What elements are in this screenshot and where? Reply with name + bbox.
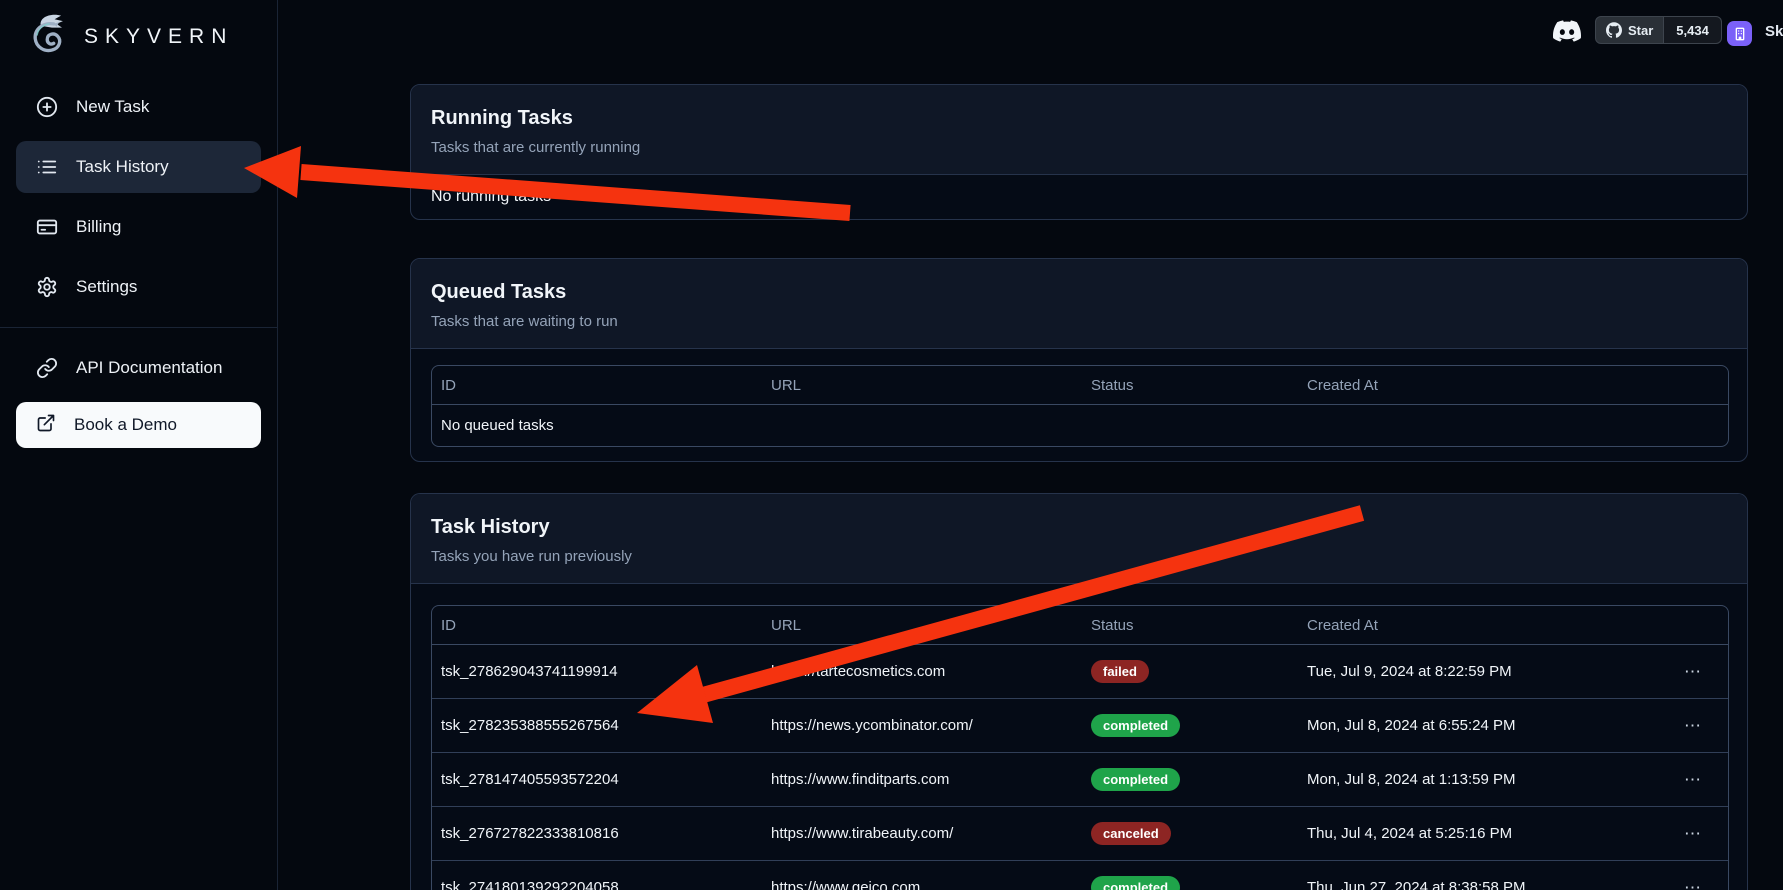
column-header-id: ID — [432, 617, 762, 634]
sidebar-item-label: Settings — [76, 277, 137, 297]
task-status-cell: canceled — [1082, 822, 1298, 845]
status-badge: completed — [1091, 714, 1180, 737]
sidebar-item-new-task[interactable]: New Task — [16, 81, 261, 133]
sidebar-item-label: New Task — [76, 97, 149, 117]
history-table-body: tsk_278629043741199914 https://tartecosm… — [432, 645, 1728, 890]
column-header-status: Status — [1082, 377, 1298, 394]
task-created-at-cell: Tue, Jul 9, 2024 at 8:22:59 PM — [1298, 663, 1658, 680]
sidebar-item-label: API Documentation — [76, 358, 222, 378]
task-history-row[interactable]: tsk_276727822333810816 https://www.tirab… — [432, 807, 1728, 861]
sidebar-nav: New Task Task History Billing Settings — [0, 81, 277, 448]
card-subtitle: Tasks you have run previously — [431, 547, 1727, 567]
cta-label: Book a Demo — [74, 415, 177, 435]
card-title: Task History — [431, 514, 1727, 540]
card-subtitle: Tasks that are waiting to run — [431, 312, 1727, 332]
skyvern-dragon-icon — [26, 11, 74, 64]
task-url-cell: https://news.ycombinator.com/ — [762, 717, 1082, 734]
queued-table-header-row: ID URL Status Created At — [432, 366, 1728, 405]
queued-tasks-table: ID URL Status Created At No queued tasks — [431, 365, 1729, 447]
queued-tasks-card: Queued Tasks Tasks that are waiting to r… — [410, 258, 1748, 462]
card-title: Running Tasks — [431, 105, 1727, 131]
task-id-cell: tsk_274180139292204058 — [432, 879, 762, 890]
github-icon — [1606, 22, 1622, 38]
task-history-table: ID URL Status Created At tsk_27862904374… — [431, 605, 1729, 890]
github-star-widget[interactable]: Star 5,434 — [1595, 16, 1722, 44]
queued-tasks-empty-state: No queued tasks — [432, 405, 1728, 446]
task-created-at-cell: Mon, Jul 8, 2024 at 6:55:24 PM — [1298, 717, 1658, 734]
brand-logo[interactable]: SKYVERN — [0, 0, 277, 68]
task-history-header: Task History Tasks you have run previous… — [411, 494, 1747, 584]
running-tasks-header: Running Tasks Tasks that are currently r… — [411, 85, 1747, 175]
card-title: Queued Tasks — [431, 279, 1727, 305]
task-id-cell: tsk_276727822333810816 — [432, 825, 762, 842]
sidebar-item-label: Task History — [76, 157, 169, 177]
sidebar-item-label: Billing — [76, 217, 121, 237]
task-url-cell: https://www.geico.com — [762, 879, 1082, 890]
status-badge: failed — [1091, 660, 1149, 683]
task-id-cell: tsk_278147405593572204 — [432, 771, 762, 788]
github-star-label: Star — [1628, 23, 1653, 38]
task-history-row[interactable]: tsk_278629043741199914 https://tartecosm… — [432, 645, 1728, 699]
gear-icon — [36, 276, 58, 298]
column-header-created-at: Created At — [1298, 617, 1658, 634]
sidebar-item-settings[interactable]: Settings — [16, 261, 261, 313]
link-icon — [36, 357, 58, 379]
column-header-id: ID — [432, 377, 762, 394]
external-link-icon — [36, 413, 56, 438]
task-history-row[interactable]: tsk_274180139292204058 https://www.geico… — [432, 861, 1728, 890]
task-history-row[interactable]: tsk_278235388555267564 https://news.ycom… — [432, 699, 1728, 753]
skyvern-app: { "brand": { "name": "SKYVERN" }, "sideb… — [0, 0, 1783, 890]
organization-icon — [1732, 26, 1748, 42]
task-id-cell: tsk_278235388555267564 — [432, 717, 762, 734]
card-subtitle: Tasks that are currently running — [431, 138, 1727, 158]
sidebar: SKYVERN New Task Task History Billing — [0, 0, 278, 890]
list-icon — [36, 156, 58, 178]
task-created-at-cell: Thu, Jul 4, 2024 at 5:25:16 PM — [1298, 825, 1658, 842]
column-header-url: URL — [762, 377, 1082, 394]
task-created-at-cell: Thu, Jun 27, 2024 at 8:38:58 PM — [1298, 879, 1658, 890]
task-status-cell: completed — [1082, 876, 1298, 890]
github-star-count[interactable]: 5,434 — [1664, 16, 1722, 44]
task-history-row[interactable]: tsk_278147405593572204 https://www.findi… — [432, 753, 1728, 807]
task-status-cell: completed — [1082, 714, 1298, 737]
github-star-button[interactable]: Star — [1595, 16, 1664, 44]
running-tasks-card: Running Tasks Tasks that are currently r… — [410, 84, 1748, 220]
row-actions-ellipsis-icon[interactable]: ⋯ — [1658, 663, 1728, 680]
row-actions-ellipsis-icon[interactable]: ⋯ — [1658, 771, 1728, 788]
discord-icon[interactable] — [1553, 17, 1581, 45]
column-header-created-at: Created At — [1298, 377, 1658, 394]
row-actions-ellipsis-icon[interactable]: ⋯ — [1658, 717, 1728, 734]
row-actions-ellipsis-icon[interactable]: ⋯ — [1658, 879, 1728, 890]
credit-card-icon — [36, 216, 58, 238]
book-a-demo-button[interactable]: Book a Demo — [16, 402, 261, 448]
task-created-at-cell: Mon, Jul 8, 2024 at 1:13:59 PM — [1298, 771, 1658, 788]
topbar: Star 5,434 Sk — [278, 0, 1783, 62]
brand-name: SKYVERN — [84, 25, 233, 49]
column-header-url: URL — [762, 617, 1082, 634]
sidebar-item-billing[interactable]: Billing — [16, 201, 261, 253]
task-id-cell: tsk_278629043741199914 — [432, 663, 762, 680]
column-header-status: Status — [1082, 617, 1298, 634]
row-actions-ellipsis-icon[interactable]: ⋯ — [1658, 825, 1728, 842]
user-avatar[interactable] — [1727, 21, 1752, 46]
task-history-card: Task History Tasks you have run previous… — [410, 493, 1748, 890]
status-badge: canceled — [1091, 822, 1171, 845]
sidebar-item-api-documentation[interactable]: API Documentation — [16, 342, 261, 394]
task-status-cell: completed — [1082, 768, 1298, 791]
sidebar-item-task-history[interactable]: Task History — [16, 141, 261, 193]
user-name-label: Sk — [1765, 23, 1783, 40]
plus-circle-icon — [36, 96, 58, 118]
task-url-cell: https://www.tirabeauty.com/ — [762, 825, 1082, 842]
history-table-header-row: ID URL Status Created At — [432, 606, 1728, 645]
queued-tasks-header: Queued Tasks Tasks that are waiting to r… — [411, 259, 1747, 349]
running-tasks-empty-state: No running tasks — [411, 175, 1747, 219]
task-url-cell: https://www.finditparts.com — [762, 771, 1082, 788]
status-badge: completed — [1091, 768, 1180, 791]
status-badge: completed — [1091, 876, 1180, 890]
sidebar-divider — [0, 327, 277, 328]
task-url-cell: https://tartecosmetics.com — [762, 663, 1082, 680]
task-status-cell: failed — [1082, 660, 1298, 683]
